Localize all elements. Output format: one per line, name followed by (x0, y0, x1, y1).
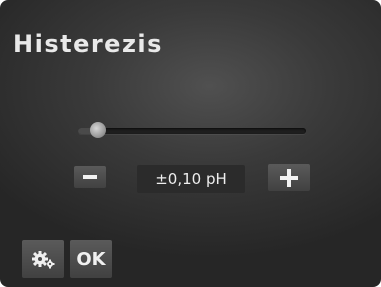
slider-handle[interactable] (90, 122, 107, 138)
hysteresis-value: ±0,10 pH (137, 165, 245, 193)
minus-icon (83, 175, 97, 179)
decrease-button[interactable] (74, 166, 106, 188)
device-screen: Histerezis ±0,10 pH OK (0, 0, 381, 287)
plus-icon (280, 168, 298, 187)
gears-icon (32, 251, 55, 269)
settings-button[interactable] (22, 240, 64, 278)
increase-button[interactable] (268, 164, 310, 191)
page-title: Histerezis (13, 30, 163, 58)
ok-button[interactable]: OK (70, 240, 112, 278)
hysteresis-slider[interactable] (78, 128, 306, 134)
